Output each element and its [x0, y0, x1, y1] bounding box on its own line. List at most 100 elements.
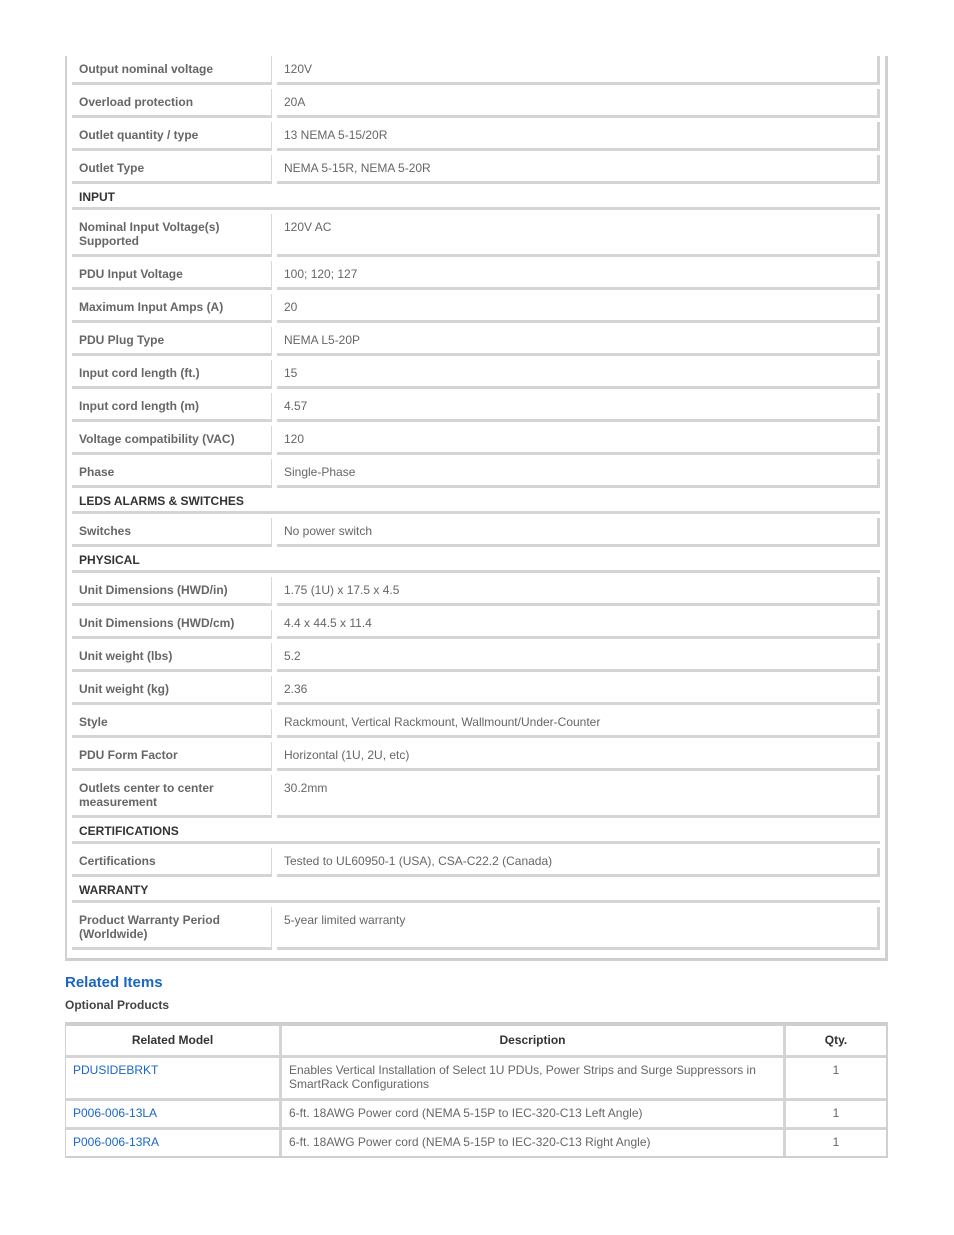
spec-label: PDU Input Voltage — [72, 261, 272, 290]
spec-label: Unit Dimensions (HWD/cm) — [72, 610, 272, 639]
spec-value: NEMA L5-20P — [277, 327, 880, 356]
spec-label: Product Warranty Period (Worldwide) — [72, 907, 272, 950]
spec-row: Voltage compatibility (VAC) 120 — [72, 426, 880, 455]
qty-cell: 1 — [784, 1099, 886, 1130]
spec-label: Voltage compatibility (VAC) — [72, 426, 272, 455]
specifications-table-container: Output nominal voltage 120V Overload prote… — [65, 56, 888, 961]
spec-label: Style — [72, 709, 272, 738]
spec-label: Output nominal voltage — [72, 56, 272, 85]
section-header: CERTIFICATIONS — [72, 822, 880, 844]
optional-products-heading: Optional Products — [65, 998, 170, 1012]
qty-cell: 1 — [832, 1135, 840, 1149]
spec-label: Outlet quantity / type — [72, 122, 272, 151]
spec-row: Outlets center to center measurement 30.2… — [72, 775, 880, 818]
spec-row: Overload protection 20A — [72, 89, 880, 118]
section-header-row: WARRANTY — [72, 881, 880, 903]
description-cell: 6-ft. 18AWG Power cord (NEMA 5-15P to IE… — [280, 1099, 786, 1130]
section-header: LEDS ALARMS & SWITCHES — [72, 492, 880, 514]
spec-row: Style Rackmount, Vertical Rackmount, Wall… — [72, 709, 880, 738]
spec-value: 20A — [277, 89, 880, 118]
column-header-related-model: Related Model — [66, 1026, 282, 1058]
spec-row: Unit weight (lbs) 5.2 — [72, 643, 880, 672]
section-header: WARRANTY — [72, 881, 880, 903]
spec-label: Certifications — [72, 848, 272, 877]
related-model-link[interactable]: P006-006-13RA — [73, 1135, 159, 1149]
spec-row: Unit Dimensions (HWD/in) 1.75 (1U) x 17.5… — [72, 577, 880, 606]
spec-label: Nominal Input Voltage(s) Supported — [72, 214, 272, 257]
related-model-cell: P006-006-13LA — [66, 1099, 282, 1130]
spec-label: Unit weight (lbs) — [72, 643, 272, 672]
spec-value: 120V — [277, 56, 880, 85]
spec-row: Unit weight (kg) 2.36 — [72, 676, 880, 705]
column-header-qty: Qty. — [784, 1026, 886, 1058]
spec-label: PDU Plug Type — [72, 327, 272, 356]
section-header-row: PHYSICAL — [72, 551, 880, 573]
section-header-row: INPUT — [72, 188, 880, 210]
spec-value: 4.57 — [277, 393, 880, 422]
section-header-row: CERTIFICATIONS — [72, 822, 880, 844]
spec-row: Outlet Type NEMA 5-15R, NEMA 5-20R — [72, 155, 880, 184]
spec-row: Input cord length (m) 4.57 — [72, 393, 880, 422]
related-model-link[interactable]: P006-006-13LA — [73, 1106, 157, 1120]
spec-value: 1.75 (1U) x 17.5 x 4.5 — [277, 577, 880, 606]
spec-row: PDU Plug Type NEMA L5-20P — [72, 327, 880, 356]
section-header: INPUT — [72, 188, 880, 210]
spec-label: Input cord length (m) — [72, 393, 272, 422]
spec-row: Unit Dimensions (HWD/cm) 4.4 x 44.5 x 11.… — [72, 610, 880, 639]
table-row: P006-006-13RA 6-ft. 18AWG Power cord (NE… — [66, 1128, 886, 1156]
spec-row: Certifications Tested to UL60950-1 (USA),… — [72, 848, 880, 877]
spec-label: Phase — [72, 459, 272, 488]
table-row: P006-006-13LA 6-ft. 18AWG Power cord (NE… — [66, 1099, 886, 1130]
spec-row: PDU Input Voltage 100; 120; 127 — [72, 261, 880, 290]
spec-row: Output nominal voltage 120V — [72, 56, 880, 85]
section-header-row: LEDS ALARMS & SWITCHES — [72, 492, 880, 514]
related-items-heading: Related Items — [65, 974, 163, 991]
spec-value: Rackmount, Vertical Rackmount, Wallmount… — [277, 709, 880, 738]
section-header: PHYSICAL — [72, 551, 880, 573]
spec-value: 30.2mm — [277, 775, 880, 818]
table-header-row: Related Model Description Qty. — [66, 1026, 886, 1058]
spec-label: Unit Dimensions (HWD/in) — [72, 577, 272, 606]
spec-label: PDU Form Factor — [72, 742, 272, 771]
column-header-description: Description — [280, 1026, 786, 1058]
related-model-cell: PDUSIDEBRKT — [66, 1056, 282, 1101]
description-cell: 6-ft. 18AWG Power cord (NEMA 5-15P to IE… — [280, 1128, 786, 1156]
related-model-cell: P006-006-13RA — [66, 1128, 282, 1156]
table-row: PDUSIDEBRKT Enables Vertical Installatio… — [66, 1056, 886, 1101]
specifications-table: Output nominal voltage 120V Overload prote… — [67, 52, 885, 954]
spec-row: Nominal Input Voltage(s) Supported 120V A… — [72, 214, 880, 257]
spec-value: No power switch — [277, 518, 880, 547]
spec-label: Unit weight (kg) — [72, 676, 272, 705]
spec-value: 20 — [277, 294, 880, 323]
spec-label: Input cord length (ft.) — [72, 360, 272, 389]
related-products-table: Related Model Description Qty. PDUSIDEBR… — [66, 1026, 886, 1156]
spec-value: 15 — [277, 360, 880, 389]
spec-value: 5-year limited warranty — [277, 907, 880, 950]
spec-value: 13 NEMA 5-15/20R — [277, 122, 880, 151]
spec-value: 5.2 — [277, 643, 880, 672]
spec-label: Outlet Type — [72, 155, 272, 184]
spec-row: Outlet quantity / type 13 NEMA 5-15/20R — [72, 122, 880, 151]
spec-value: 120 — [277, 426, 880, 455]
qty-cell: 1 — [784, 1056, 886, 1101]
spec-label: Maximum Input Amps (A) — [72, 294, 272, 323]
spec-value: 120V AC — [277, 214, 880, 257]
spec-label: Outlets center to center measurement — [72, 775, 272, 818]
spec-value: Single-Phase — [277, 459, 880, 488]
spec-row: Maximum Input Amps (A) 20 — [72, 294, 880, 323]
related-model-link[interactable]: PDUSIDEBRKT — [73, 1063, 158, 1077]
spec-value: Horizontal (1U, 2U, etc) — [277, 742, 880, 771]
spec-row: Product Warranty Period (Worldwide) 5-yea… — [72, 907, 880, 950]
spec-row: Switches No power switch — [72, 518, 880, 547]
spec-row: Input cord length (ft.) 15 — [72, 360, 880, 389]
spec-value: NEMA 5-15R, NEMA 5-20R — [277, 155, 880, 184]
spec-value: Tested to UL60950-1 (USA), CSA-C22.2 (Ca… — [277, 848, 880, 877]
spec-value: 100; 120; 127 — [277, 261, 880, 290]
spec-row: Phase Single-Phase — [72, 459, 880, 488]
related-products-table-container: Related Model Description Qty. PDUSIDEBR… — [65, 1022, 888, 1158]
spec-label: Switches — [72, 518, 272, 547]
spec-label: Overload protection — [72, 89, 272, 118]
spec-value: 2.36 — [277, 676, 880, 705]
description-cell: Enables Vertical Installation of Select … — [280, 1056, 786, 1101]
spec-value: 4.4 x 44.5 x 11.4 — [277, 610, 880, 639]
